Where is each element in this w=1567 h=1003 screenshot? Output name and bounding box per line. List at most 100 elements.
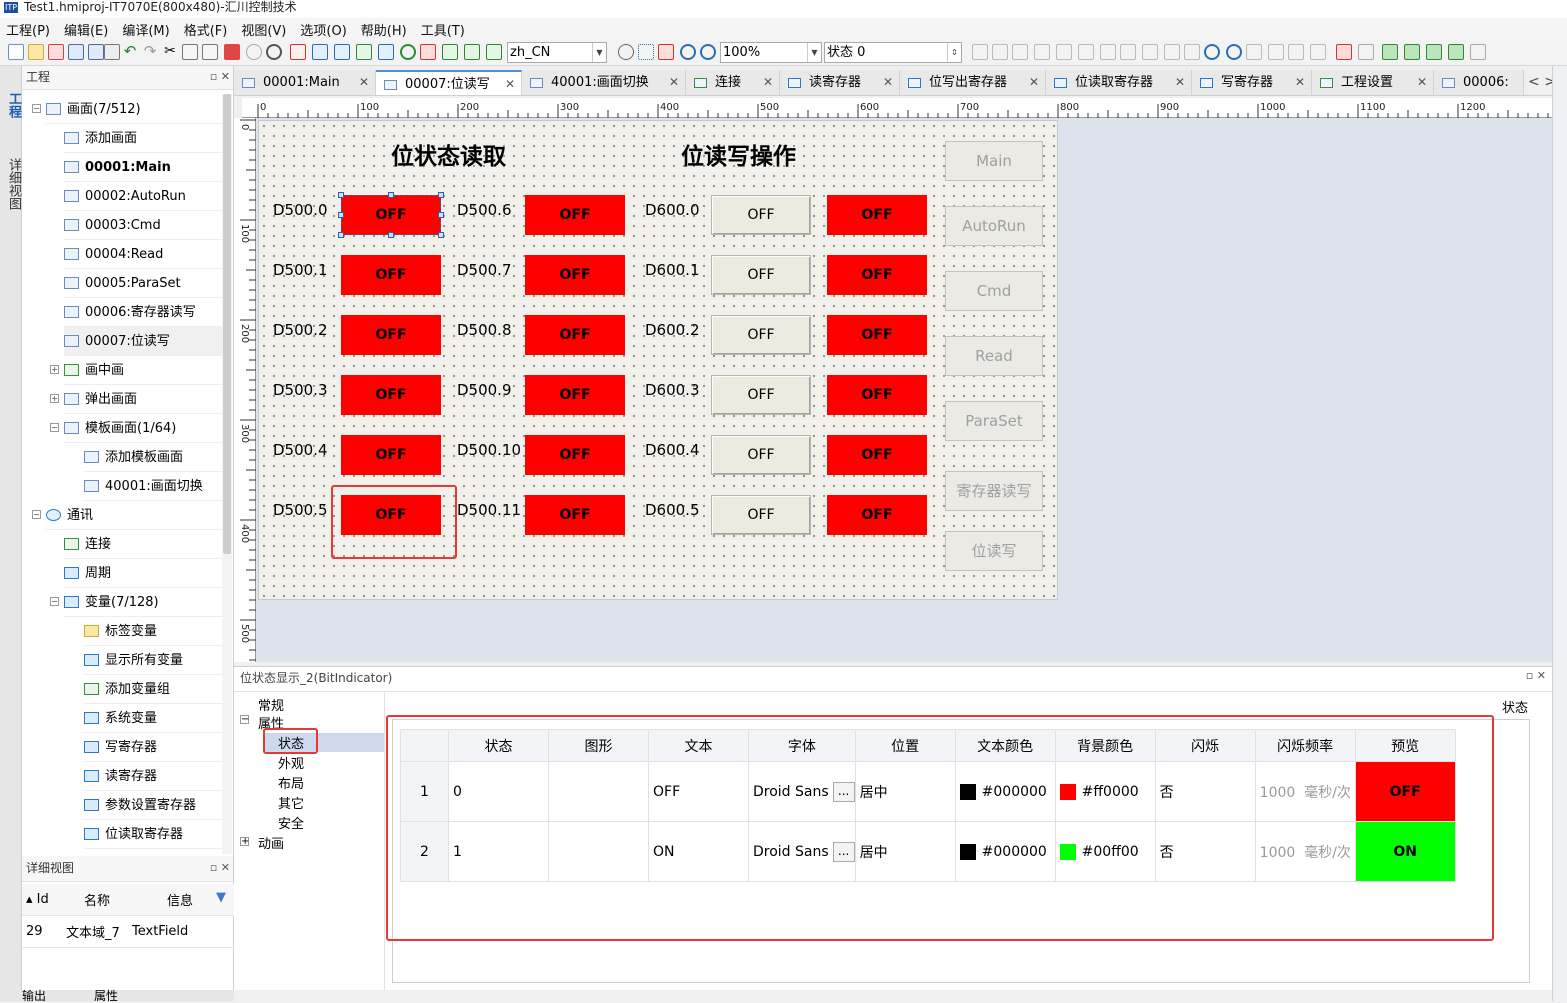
tree-connection[interactable]: 连接 bbox=[64, 530, 231, 559]
grid-icon[interactable] bbox=[638, 44, 654, 60]
doc-tab-write-register[interactable]: 写寄存器 ✕ bbox=[1192, 70, 1312, 95]
lock-grid-icon[interactable] bbox=[658, 44, 674, 60]
print-icon[interactable] bbox=[104, 44, 120, 60]
prop-tree-layout[interactable]: 布局 bbox=[278, 773, 304, 792]
bit-switch-d600-2[interactable]: OFF bbox=[711, 315, 811, 355]
tree-template-switch[interactable]: 40001:画面切换 bbox=[84, 472, 231, 501]
resize-handle[interactable] bbox=[438, 192, 444, 198]
nav-button-register-rw[interactable]: 寄存器读写 bbox=[945, 471, 1043, 511]
new-icon[interactable] bbox=[8, 44, 24, 60]
zoom-in-icon[interactable] bbox=[680, 44, 696, 60]
nav-button-read[interactable]: Read bbox=[945, 336, 1043, 376]
close-icon[interactable]: ✕ bbox=[763, 70, 773, 95]
tree-bit-read-register[interactable]: 位读取寄存器 bbox=[84, 820, 231, 849]
download-a-icon[interactable] bbox=[442, 44, 458, 60]
bit-indicator-d500-8[interactable]: OFF bbox=[525, 315, 625, 355]
prop-tree-other[interactable]: 其它 bbox=[278, 793, 304, 812]
same-height-icon[interactable] bbox=[1164, 44, 1180, 60]
bit-switch-d600-4[interactable]: OFF bbox=[711, 435, 811, 475]
flip-v-icon[interactable] bbox=[1246, 44, 1262, 60]
bit-switch-d600-5[interactable]: OFF bbox=[711, 495, 811, 535]
doc-tab-read-register[interactable]: 读寄存器 ✕ bbox=[780, 70, 900, 95]
close-icon[interactable]: ✕ bbox=[883, 70, 893, 95]
expand-icon[interactable]: + bbox=[240, 837, 249, 847]
lock-icon[interactable] bbox=[1336, 44, 1352, 60]
prop-tree-general[interactable]: 常规 bbox=[258, 695, 284, 714]
bit-indicator-d600-2[interactable]: OFF bbox=[827, 315, 927, 355]
collapse-icon[interactable]: − bbox=[32, 510, 41, 519]
nav-button-autorun[interactable]: AutoRun bbox=[945, 206, 1043, 246]
rotate-right-icon[interactable] bbox=[1226, 44, 1242, 60]
close-icon[interactable]: ✕ bbox=[669, 70, 679, 95]
tree-tag-variables[interactable]: 标签变量 bbox=[84, 617, 231, 646]
zoom-out-icon[interactable] bbox=[700, 44, 716, 60]
bit-indicator-d600-3[interactable]: OFF bbox=[827, 375, 927, 415]
simulate-icon[interactable] bbox=[312, 44, 328, 60]
menu-project[interactable]: 工程(P) bbox=[6, 20, 50, 39]
tree-screen-register-rw[interactable]: 00006:寄存器读写 bbox=[64, 298, 231, 327]
tree-read-register[interactable]: 读寄存器 bbox=[84, 762, 231, 791]
tool-icon[interactable] bbox=[420, 44, 436, 60]
right-collapsed-panel[interactable] bbox=[1552, 66, 1567, 1001]
menu-view[interactable]: 视图(V) bbox=[241, 20, 286, 39]
tree-template-screens[interactable]: − 模板画面(1/64) bbox=[50, 414, 231, 443]
doc-tab-bit-rw[interactable]: 00007:位读写 ✕ bbox=[376, 70, 522, 95]
menu-tools[interactable]: 工具(T) bbox=[421, 20, 465, 39]
align-middle-icon[interactable] bbox=[1056, 44, 1072, 60]
flip-h-icon[interactable] bbox=[1268, 44, 1284, 60]
save-all-icon[interactable] bbox=[88, 44, 104, 60]
rotate-left-icon[interactable] bbox=[1204, 44, 1220, 60]
table-row[interactable]: 29 文本域_7 TextField bbox=[22, 916, 234, 948]
copy-icon[interactable] bbox=[182, 44, 198, 60]
replace-icon[interactable] bbox=[246, 44, 262, 60]
align-right-icon[interactable] bbox=[1012, 44, 1028, 60]
upload-icon[interactable] bbox=[378, 44, 394, 60]
resize-handle[interactable] bbox=[438, 232, 444, 238]
tree-show-all-variables[interactable]: 显示所有变量 bbox=[84, 646, 231, 675]
refresh-icon[interactable] bbox=[400, 44, 416, 60]
undo-icon[interactable]: ↶ bbox=[122, 44, 138, 60]
tree-popup-screen[interactable]: + 弹出画面 bbox=[50, 385, 231, 414]
bit-indicator-d500-6[interactable]: OFF bbox=[525, 195, 625, 235]
layer-icon[interactable] bbox=[1470, 44, 1486, 60]
compile-icon[interactable] bbox=[290, 44, 306, 60]
menu-options[interactable]: 选项(O) bbox=[300, 20, 346, 39]
tree-cycle[interactable]: 周期 bbox=[64, 559, 231, 588]
bit-indicator-d500-3[interactable]: OFF bbox=[341, 375, 441, 415]
tree-screen-bit-rw[interactable]: 00007:位读写 bbox=[64, 327, 231, 356]
doc-tab-screen-switch[interactable]: 40001:画面切换 ✕ bbox=[522, 70, 686, 95]
tree-add-variable-group[interactable]: 添加变量组 bbox=[84, 675, 231, 704]
close-icon[interactable]: ✕ bbox=[1175, 70, 1185, 95]
tree-system-variables[interactable]: 系统变量 bbox=[84, 704, 231, 733]
ungroup-icon[interactable] bbox=[1310, 44, 1326, 60]
align-top-icon[interactable] bbox=[1034, 44, 1050, 60]
bit-switch-d600-3[interactable]: OFF bbox=[711, 375, 811, 415]
nav-button-paraset[interactable]: ParaSet bbox=[945, 401, 1043, 441]
language-select[interactable]: zh_CN ▼ bbox=[507, 42, 607, 63]
same-size-icon[interactable] bbox=[1184, 44, 1200, 60]
tree-param-register[interactable]: 参数设置寄存器 bbox=[84, 791, 231, 820]
cut-icon[interactable]: ✂ bbox=[162, 44, 178, 60]
tree-screen-main[interactable]: 00001:Main bbox=[64, 153, 231, 182]
tree-communication[interactable]: − 通讯 bbox=[32, 501, 231, 530]
paste-icon[interactable] bbox=[202, 44, 218, 60]
doc-tab-connection[interactable]: 连接 ✕ bbox=[686, 70, 780, 95]
nav-button-cmd[interactable]: Cmd bbox=[945, 271, 1043, 311]
menu-compile[interactable]: 编译(M) bbox=[122, 20, 169, 39]
bring-front-icon[interactable] bbox=[1382, 44, 1398, 60]
filter-icon[interactable]: ▼ bbox=[216, 890, 226, 905]
bit-indicator-d500-10[interactable]: OFF bbox=[525, 435, 625, 475]
tree-add-screen[interactable]: 添加画面 bbox=[64, 124, 231, 153]
tree-screen-cmd[interactable]: 00003:Cmd bbox=[64, 211, 231, 240]
expand-icon[interactable]: + bbox=[50, 394, 59, 403]
collapse-icon[interactable]: − bbox=[32, 104, 41, 113]
collapse-icon[interactable]: − bbox=[50, 597, 59, 606]
menu-help[interactable]: 帮助(H) bbox=[361, 20, 407, 39]
tree-write-register[interactable]: 写寄存器 bbox=[84, 733, 231, 762]
tree-add-template[interactable]: 添加模板画面 bbox=[84, 443, 231, 472]
tab-project[interactable]: 工程 bbox=[4, 92, 23, 118]
collapse-icon[interactable]: − bbox=[240, 715, 249, 725]
delete-icon[interactable] bbox=[224, 44, 240, 60]
bike-icon[interactable] bbox=[618, 44, 634, 60]
unlock-icon[interactable] bbox=[1358, 44, 1374, 60]
